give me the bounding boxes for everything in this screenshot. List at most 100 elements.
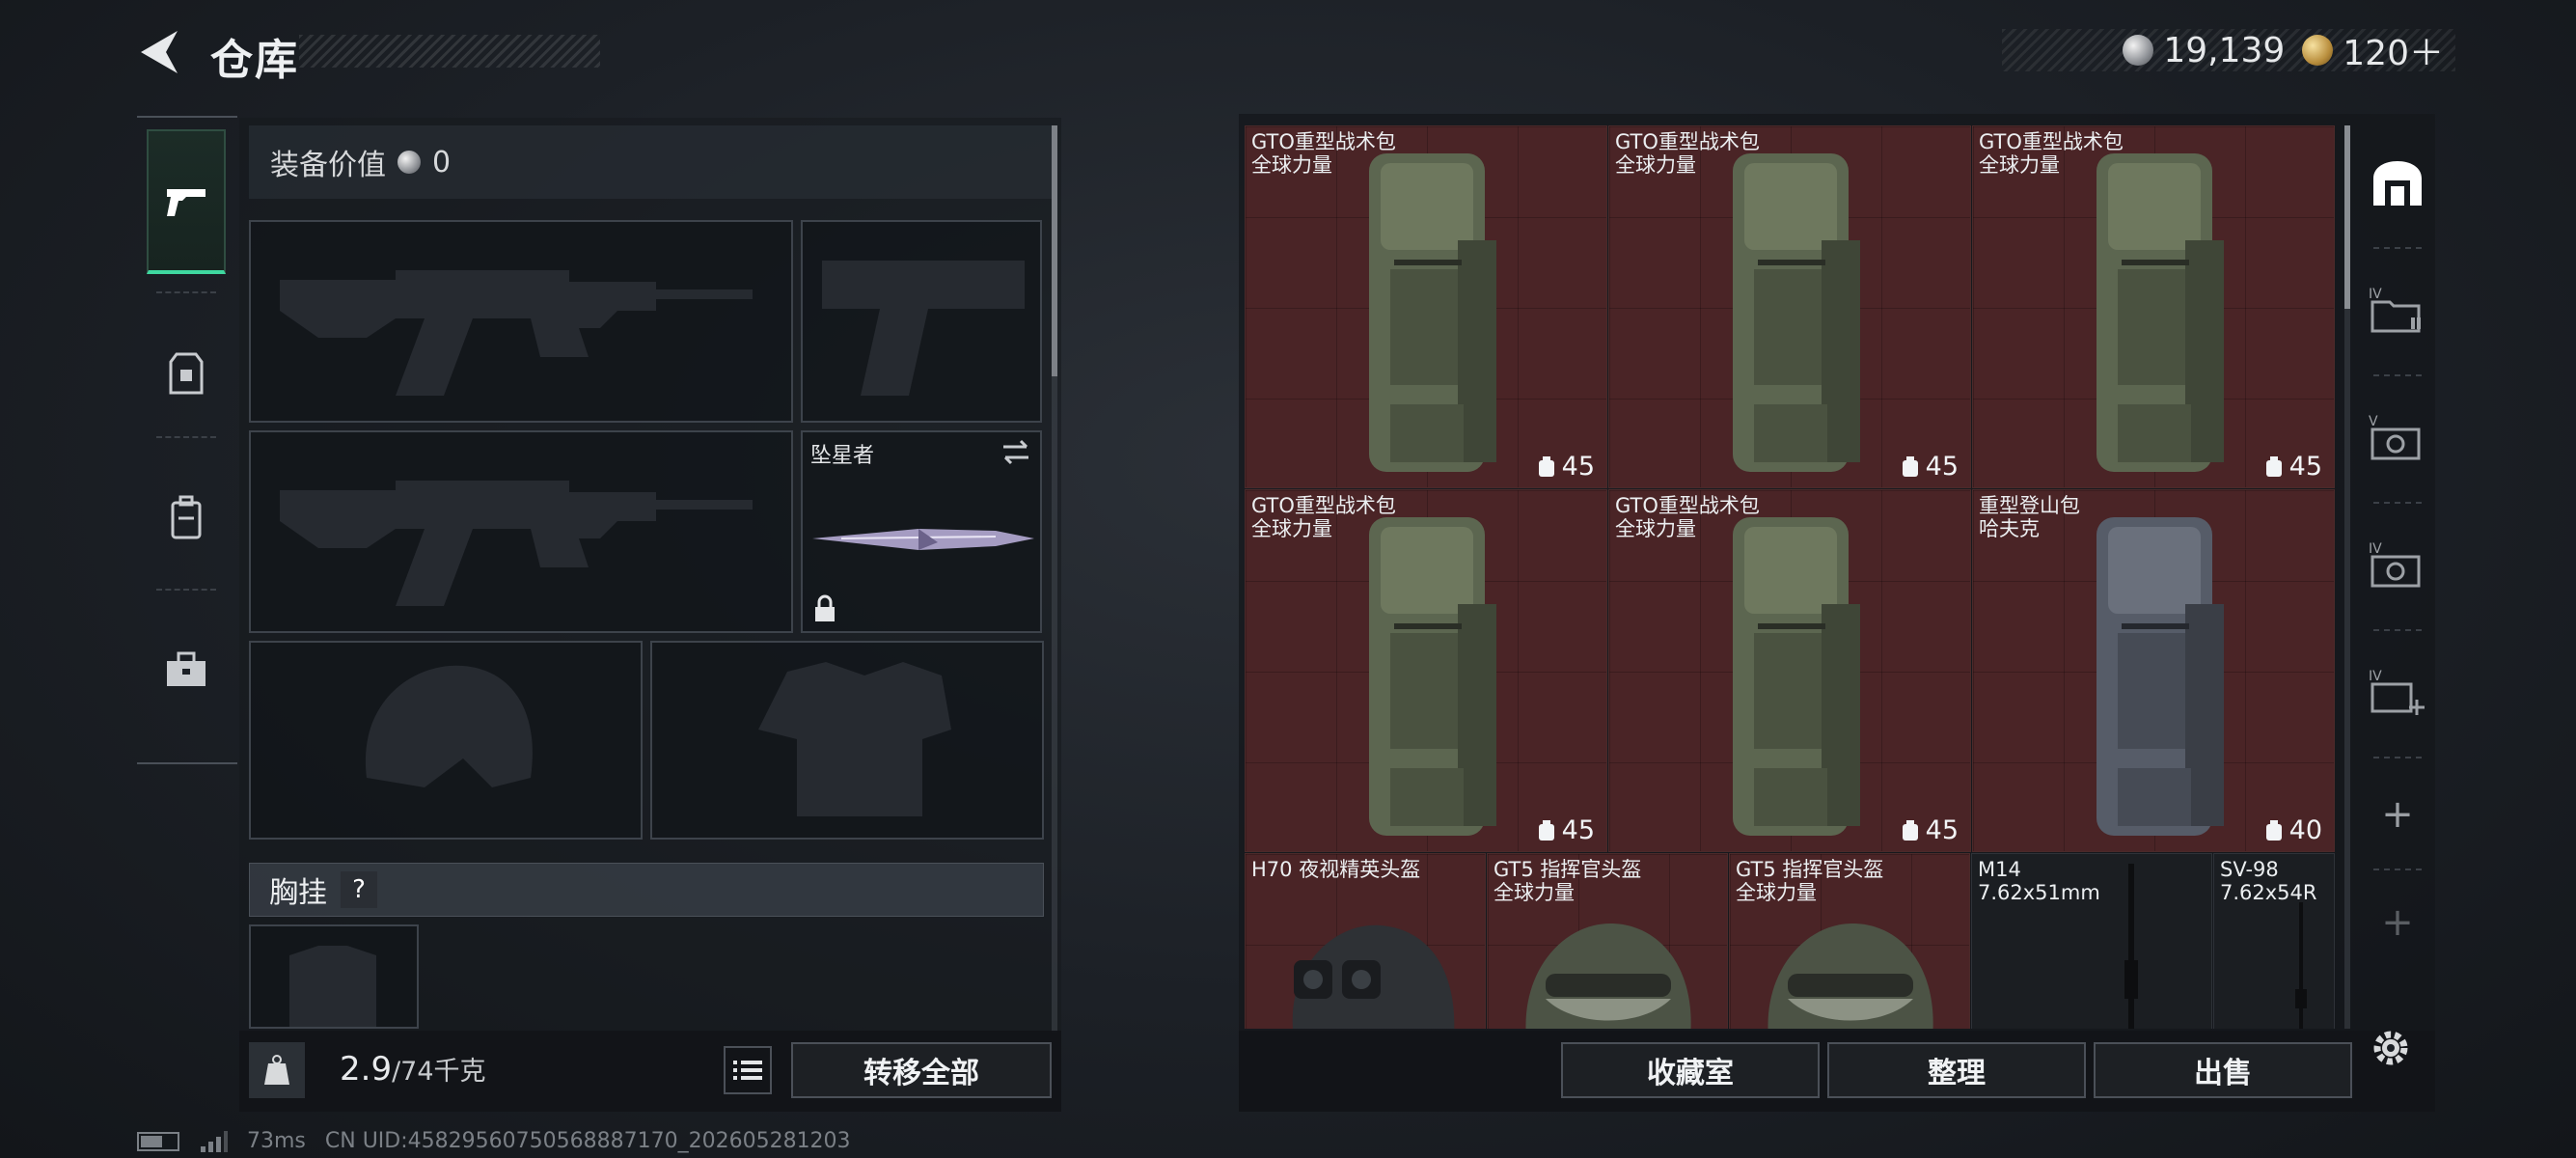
safe-v-icon: V xyxy=(2369,414,2421,460)
tab-stash-2[interactable]: IV xyxy=(2360,253,2435,369)
stash-item-tile[interactable]: GTO重型战术包 全球力量 45 xyxy=(1972,125,2335,488)
capacity-value: 40 xyxy=(2288,815,2322,845)
tab-stash-4[interactable]: IV xyxy=(2360,508,2435,623)
collection-room-button[interactable]: 收藏室 xyxy=(1561,1042,1820,1098)
equipment-category-tabs xyxy=(137,116,237,764)
tab-stash-3[interactable]: V xyxy=(2360,380,2435,496)
capacity-value: 45 xyxy=(1925,815,1959,845)
swap-icon[interactable] xyxy=(1000,438,1032,465)
item-name: GTO重型战术包 xyxy=(1251,494,1396,517)
item-brand: 全球力量 xyxy=(1615,153,1696,177)
chest-rig-header: 胸挂 ? xyxy=(249,863,1044,917)
item-brand: 全球力量 xyxy=(1251,517,1332,540)
body-armor-slot[interactable] xyxy=(650,641,1044,840)
stash-item-tile[interactable]: GT5 指挥官头盔 全球力量 xyxy=(1729,853,1970,1029)
stash-item-tile[interactable]: GTO重型战术包 全球力量 45 xyxy=(1245,125,1607,488)
ping-value: 73ms xyxy=(247,1129,306,1153)
item-name: GTO重型战术包 xyxy=(1615,130,1760,153)
item-name: SV-98 xyxy=(2220,858,2279,881)
item-capacity: 40 xyxy=(2264,815,2322,845)
weight-current: 2.9 xyxy=(340,1050,393,1089)
tab-backpack[interactable] xyxy=(147,446,226,591)
armor-silhouette-icon xyxy=(758,662,951,816)
sidearm-slot[interactable] xyxy=(801,220,1042,423)
silver-currency[interactable]: 19,139 xyxy=(2123,31,2285,70)
helmet-slot[interactable] xyxy=(249,641,643,840)
weight-icon xyxy=(249,1042,305,1098)
tab-case[interactable] xyxy=(147,598,226,743)
lock-icon xyxy=(815,594,835,621)
chest-rig-slot[interactable] xyxy=(249,924,419,1029)
tactical-backpack-icon xyxy=(2096,153,2224,472)
equipment-value-label: 装备价值 xyxy=(270,149,386,182)
melee-slot[interactable]: 坠星者 xyxy=(801,430,1042,633)
backpack-small-icon xyxy=(2265,819,2282,841)
back-arrow-icon xyxy=(141,31,178,73)
item-capacity: 45 xyxy=(1901,815,1959,845)
item-name: M14 xyxy=(1978,858,2021,881)
back-button[interactable] xyxy=(135,27,185,77)
commander-helmet-icon xyxy=(1768,923,1933,1029)
stash-item-tile[interactable]: GT5 指挥官头盔 全球力量 xyxy=(1487,853,1728,1029)
capacity-value: 45 xyxy=(1925,452,1959,482)
safe-iv-icon: IV xyxy=(2369,541,2421,588)
stash-item-tile[interactable]: GTO重型战术包 全球力量 45 xyxy=(1245,489,1607,852)
folder-iv-icon: IV xyxy=(2369,287,2421,333)
backpack-small-icon xyxy=(1902,455,1918,477)
stash-item-tile[interactable]: 重型登山包 哈夫克 40 xyxy=(1972,489,2335,852)
transfer-all-button[interactable]: 转移全部 xyxy=(791,1042,1052,1098)
primary-weapon-slot-1[interactable] xyxy=(249,220,793,423)
case-add-icon: IV xyxy=(2369,669,2425,715)
armor-vest-icon xyxy=(169,352,204,395)
silver-coin-icon xyxy=(397,151,421,174)
list-view-button[interactable] xyxy=(724,1046,772,1094)
settings-button[interactable] xyxy=(2366,1023,2424,1081)
stash-item-tile[interactable]: SV-98 7.62x54R xyxy=(2213,853,2335,1029)
gold-currency[interactable]: 120＋ xyxy=(2302,25,2444,75)
add-stash-page-button-locked[interactable]: + xyxy=(2360,874,2435,971)
svg-text:IV: IV xyxy=(2369,287,2382,302)
tab-weapons[interactable] xyxy=(147,129,226,274)
backpack-small-icon xyxy=(1538,819,1554,841)
tab-stash-main[interactable] xyxy=(2360,125,2435,241)
help-icon[interactable]: ? xyxy=(341,871,377,908)
chest-rig-label: 胸挂 xyxy=(269,876,327,910)
tab-stash-5[interactable]: IV xyxy=(2360,635,2435,751)
add-stash-page-button[interactable]: + xyxy=(2360,766,2435,863)
svg-text:IV: IV xyxy=(2369,669,2382,684)
night-vision-helmet-icon xyxy=(1292,924,1455,1029)
weight-bar: 2.9/74千克 转移全部 xyxy=(239,1031,1061,1112)
gold-coin-icon xyxy=(2302,35,2334,66)
silver-coin-icon xyxy=(2123,35,2154,66)
chest-rig-silhouette-icon xyxy=(289,946,376,1027)
item-name: 重型登山包 xyxy=(1979,494,2080,517)
capacity-value: 45 xyxy=(2288,452,2322,482)
sell-button[interactable]: 出售 xyxy=(2094,1042,2352,1098)
melee-name: 坠星者 xyxy=(810,444,875,468)
plus-icon: + xyxy=(2381,900,2414,945)
stash-item-tile[interactable]: H70 夜视精英头盔 xyxy=(1245,853,1486,1029)
rifle-silhouette-icon xyxy=(280,481,753,606)
organize-button[interactable]: 整理 xyxy=(1827,1042,2086,1098)
stash-item-tile[interactable]: GTO重型战术包 全球力量 45 xyxy=(1608,489,1971,852)
tab-armor[interactable] xyxy=(147,301,226,446)
primary-weapon-slot-2[interactable] xyxy=(249,430,793,633)
backpack-small-icon xyxy=(2265,455,2282,477)
equipment-scrollbar[interactable] xyxy=(1052,125,1057,376)
weight-max: /74千克 xyxy=(392,1057,486,1087)
item-brand: 全球力量 xyxy=(1979,153,2060,177)
rifle-vertical-icon xyxy=(2124,864,2138,1029)
stash-scrollbar[interactable] xyxy=(2344,125,2350,309)
svg-text:V: V xyxy=(2369,414,2378,429)
stash-item-tile[interactable]: M14 7.62x51mm xyxy=(1971,853,2212,1029)
title-decoration xyxy=(299,35,600,68)
stash-item-tile[interactable]: GTO重型战术包 全球力量 45 xyxy=(1608,125,1971,488)
status-line: 73ms CN UID:4582956075056888717​0_202605… xyxy=(137,1129,851,1153)
capacity-value: 45 xyxy=(1561,815,1595,845)
equipment-value-bar: 装备价值 0 xyxy=(249,125,1052,199)
tactical-backpack-icon xyxy=(1369,517,1496,836)
item-name: GT5 指挥官头盔 xyxy=(1494,858,1642,881)
equipment-value-amount: 0 xyxy=(432,145,452,179)
capacity-value: 45 xyxy=(1561,452,1595,482)
item-brand: 全球力量 xyxy=(1494,881,1575,904)
